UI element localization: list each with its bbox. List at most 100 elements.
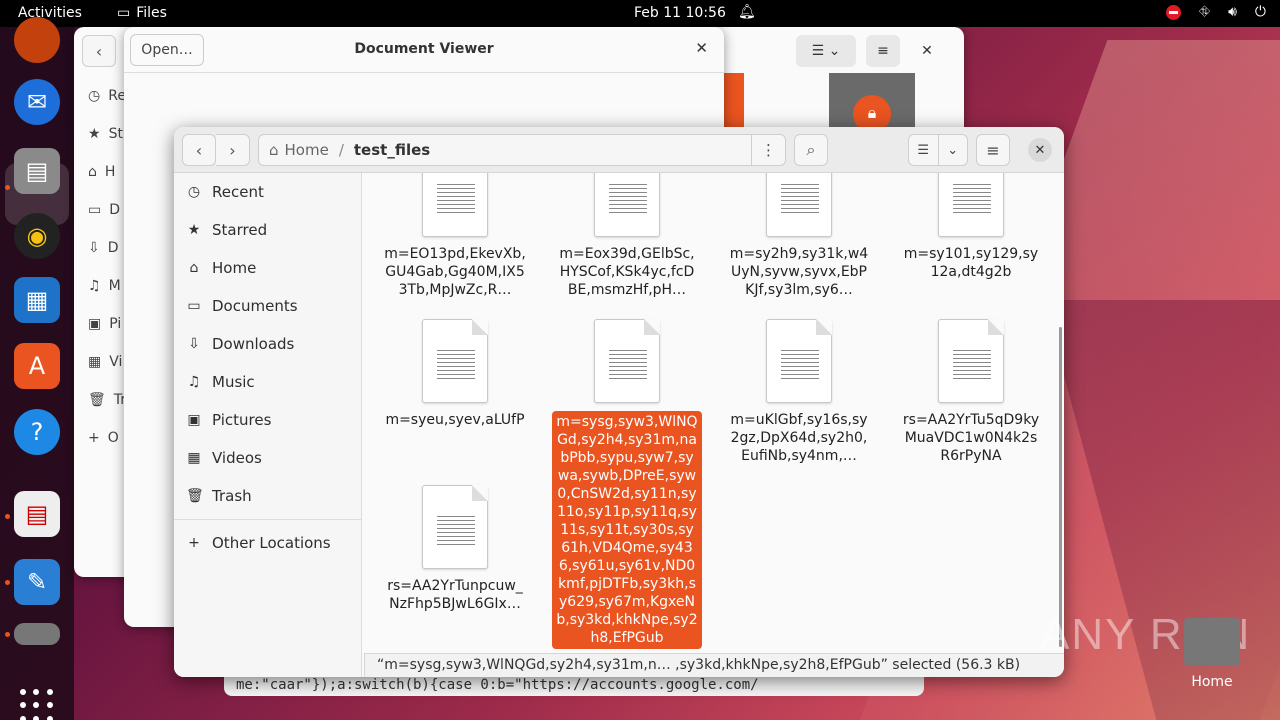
file-item[interactable]: m=sy2h9,sy31k,w4UyN,syvw,syvx,EbPKJf,sy3… bbox=[724, 173, 874, 299]
trash-icon: 🗑︎ bbox=[88, 392, 106, 408]
pictures-icon: ▣ bbox=[187, 412, 201, 428]
rhythmbox-icon[interactable]: ◉ bbox=[14, 213, 60, 259]
lock-thumbnail: 🔒︎ bbox=[829, 73, 915, 133]
folder-icon: ▭ bbox=[117, 5, 131, 21]
home-icon: ⌂ bbox=[189, 260, 199, 276]
trash-icon: 🗑︎ bbox=[186, 488, 204, 504]
volume-icon: 🔊︎ bbox=[1228, 4, 1237, 20]
menu-button[interactable]: ≡ bbox=[866, 35, 900, 67]
chevron-down-icon[interactable]: ⌄ bbox=[937, 135, 968, 165]
text-file-icon bbox=[938, 319, 1004, 403]
search-icon: ⌕ bbox=[806, 140, 816, 159]
path-menu-icon[interactable]: ⋮ bbox=[751, 135, 785, 165]
system-tray[interactable]: ⛗ 🔊︎ ⏻ bbox=[1165, 4, 1266, 20]
close-icon[interactable]: ✕ bbox=[910, 35, 944, 67]
forward-button[interactable]: › bbox=[216, 134, 250, 166]
file-name: m=Eox39d,GElbSc,HYSCof,KSk4yc,fcDBE,msmz… bbox=[559, 246, 695, 298]
file-name: m=sy2h9,sy31k,w4UyN,syvw,syvx,EbPKJf,sy3… bbox=[729, 246, 869, 298]
file-item[interactable]: rs=AA2YrTu5qD9kyMuaVDC1w0N4k2sR6rPyNA bbox=[896, 319, 1046, 465]
sidebar-item-videos[interactable]: ▦ Videos bbox=[174, 439, 361, 477]
file-item[interactable]: m=uKlGbf,sy16s,sy2gz,DpX64d,sy2h0,EufiNb… bbox=[724, 319, 874, 465]
main-menu-button[interactable]: ≡ bbox=[976, 134, 1010, 166]
file-item-selected[interactable]: m=sysg,syw3,WlNQGd,sy2h4,sy31m,nabPbb,sy… bbox=[552, 319, 702, 649]
list-view-icon[interactable]: ☰ bbox=[909, 135, 938, 165]
music-icon: ♫ bbox=[187, 374, 201, 390]
downloads-icon: ⇩ bbox=[188, 336, 200, 352]
back-button[interactable]: ‹ bbox=[82, 35, 116, 67]
documents-icon: ▭ bbox=[88, 202, 102, 218]
clock-icon: ◷ bbox=[187, 184, 201, 200]
scrollbar[interactable] bbox=[1059, 327, 1062, 647]
writer-icon[interactable]: ▦ bbox=[14, 277, 60, 323]
text-file-icon bbox=[422, 319, 488, 403]
files-icon[interactable]: ▤ bbox=[14, 148, 60, 194]
view-toggle[interactable]: ☰ ⌄ bbox=[908, 134, 968, 166]
do-not-disturb-icon bbox=[1165, 4, 1181, 20]
file-item[interactable]: m=EO13pd,EkevXb,GU4Gab,Gg40M,IX53Tb,MpJw… bbox=[380, 173, 530, 299]
plus-icon: + bbox=[188, 535, 200, 551]
thunderbird-icon[interactable]: ✉ bbox=[14, 79, 60, 125]
file-name: m=sysg,syw3,WlNQGd,sy2h4,sy31m,nabPbb,sy… bbox=[552, 411, 702, 649]
sidebar-item-recent[interactable]: ◷ Recent bbox=[174, 173, 361, 211]
firefox-icon[interactable] bbox=[14, 17, 60, 63]
clock-icon: ◷ bbox=[88, 88, 101, 104]
help-icon[interactable]: ? bbox=[14, 409, 60, 455]
sidebar-item-home[interactable]: ⌂ Home bbox=[174, 249, 361, 287]
sidebar-item-pictures[interactable]: ▣ Pictures bbox=[174, 401, 361, 439]
videos-icon: ▦ bbox=[187, 450, 201, 466]
header-bar: Open… Document Viewer ✕ bbox=[124, 27, 724, 73]
file-item[interactable]: m=syeu,syev,aLUfP bbox=[380, 319, 530, 429]
file-item[interactable]: rs=AA2YrTunpcuw_NzFhp5BJwL6GIx… bbox=[380, 485, 530, 613]
bell-icon: 🔔︎ bbox=[738, 4, 756, 20]
file-item[interactable]: m=Eox39d,GElbSc,HYSCof,KSk4yc,fcDBE,msmz… bbox=[552, 173, 702, 299]
document-viewer-icon[interactable]: ▤ bbox=[14, 491, 60, 537]
close-icon[interactable]: ✕ bbox=[695, 39, 708, 57]
sidebar-item-other-locations[interactable]: + Other Locations bbox=[174, 524, 361, 562]
search-button[interactable]: ⌕ bbox=[794, 134, 828, 166]
sidebar-item-documents[interactable]: ▭ Documents bbox=[174, 287, 361, 325]
path-home[interactable]: ⌂ Home bbox=[259, 141, 329, 159]
videos-icon: ▦ bbox=[88, 354, 102, 370]
file-name: m=EO13pd,EkevXb,GU4Gab,Gg40M,IX53Tb,MpJw… bbox=[384, 246, 526, 298]
text-file-icon bbox=[594, 319, 660, 403]
view-toggle[interactable]: ☰ ⌄ bbox=[796, 35, 856, 67]
path-separator: / bbox=[338, 141, 344, 159]
text-editor-icon[interactable]: ✎ bbox=[14, 559, 60, 605]
close-icon[interactable]: ✕ bbox=[1028, 138, 1052, 162]
files-window[interactable]: ‹ › ⌂ Home / test_files ⋮ ⌕ ☰ ⌄ ≡ ✕ ◷ Rec… bbox=[174, 127, 1064, 677]
back-button[interactable]: ‹ bbox=[182, 134, 216, 166]
selection-status: “m=sysg,syw3,WlNQGd,sy2h4,sy31m,n… ,sy3k… bbox=[364, 653, 1064, 677]
pictures-icon: ▣ bbox=[88, 316, 102, 332]
app-name: Files bbox=[136, 5, 167, 21]
power-icon: ⏻ bbox=[1254, 4, 1266, 20]
running-indicator bbox=[5, 514, 10, 519]
home-folder-icon bbox=[1184, 618, 1240, 666]
desktop-home-folder[interactable]: Home bbox=[1180, 618, 1244, 690]
background-header-buttons: ☰ ⌄ ≡ ✕ bbox=[796, 35, 944, 67]
text-file-icon bbox=[766, 173, 832, 237]
network-icon: ⛗ bbox=[1198, 4, 1211, 20]
sidebar-item-starred[interactable]: ★ Starred bbox=[174, 211, 361, 249]
path-bar[interactable]: ⌂ Home / test_files ⋮ bbox=[258, 134, 786, 166]
home-icon: ⌂ bbox=[88, 164, 97, 180]
app-menu[interactable]: ▭ Files bbox=[117, 5, 167, 21]
home-icon: ⌂ bbox=[269, 141, 279, 159]
running-indicator bbox=[5, 185, 10, 190]
header-bar: ‹ › ⌂ Home / test_files ⋮ ⌕ ☰ ⌄ ≡ ✕ bbox=[174, 127, 1064, 173]
path-current[interactable]: test_files bbox=[354, 141, 430, 159]
desktop-home-label: Home bbox=[1191, 674, 1233, 690]
sidebar-item-downloads[interactable]: ⇩ Downloads bbox=[174, 325, 361, 363]
sidebar-item-music[interactable]: ♫ Music bbox=[174, 363, 361, 401]
plus-icon: + bbox=[88, 430, 100, 446]
sidebar-item-trash[interactable]: 🗑︎ Trash bbox=[174, 477, 361, 515]
file-name: m=uKlGbf,sy16s,sy2gz,DpX64d,sy2h0,EufiNb… bbox=[730, 412, 868, 464]
clock[interactable]: Feb 11 10:56 bbox=[634, 5, 726, 21]
window-title: Document Viewer bbox=[354, 41, 494, 57]
show-apps-icon[interactable] bbox=[20, 689, 54, 720]
running-indicator bbox=[5, 632, 10, 637]
disk-icon[interactable] bbox=[14, 623, 60, 645]
star-icon: ★ bbox=[88, 126, 101, 142]
documents-icon: ▭ bbox=[187, 298, 201, 314]
app-center-icon[interactable]: A bbox=[14, 343, 60, 389]
file-item[interactable]: m=sy101,sy129,sy12a,dt4g2b bbox=[896, 173, 1046, 281]
